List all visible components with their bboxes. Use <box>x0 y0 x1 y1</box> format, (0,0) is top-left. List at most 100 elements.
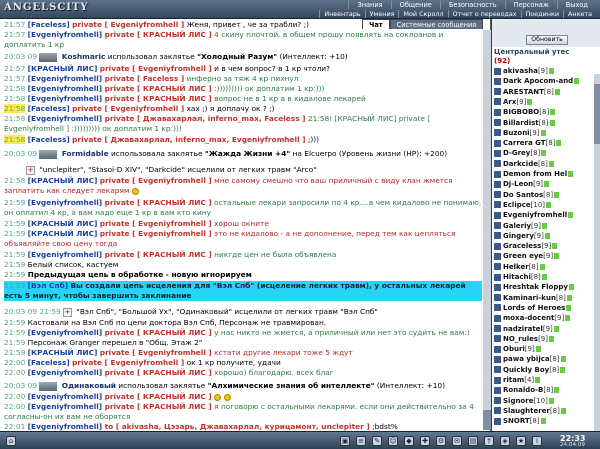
user-name[interactable]: Signore <box>503 397 533 405</box>
user-name[interactable]: Slaughterer <box>503 407 550 415</box>
user-list-item[interactable]: D-Grey[8] <box>494 149 592 158</box>
user-list-item[interactable]: Gingery[9] <box>494 232 592 241</box>
menu-character[interactable]: Персонаж <box>504 1 557 9</box>
mail-icon[interactable]: ✉ <box>452 436 462 446</box>
user-name[interactable]: Demon from Hel <box>503 170 567 178</box>
info-icon[interactable]: i <box>532 436 542 446</box>
submenu-inventory[interactable]: Инвентарь <box>319 10 364 18</box>
user-list-item[interactable]: Evgeniyfromhell <box>494 211 592 220</box>
user-list-item[interactable]: Darkcide[8] <box>494 160 592 169</box>
menu-security[interactable]: Безопасность <box>439 1 505 9</box>
user-name[interactable]: Quickly Boy <box>503 366 549 374</box>
user-list-item[interactable]: NO_rules[9] <box>494 335 592 344</box>
user-name[interactable]: Hreshtak Floppy <box>503 283 568 291</box>
user-name[interactable]: Arx <box>503 98 516 106</box>
user-name[interactable]: Lords of Heroes <box>503 304 565 312</box>
menu-knowledge[interactable]: Знания <box>348 1 390 9</box>
user-list-item[interactable]: moxa-docent[9] <box>494 314 592 323</box>
pencil-icon[interactable]: ✎ <box>372 436 382 446</box>
menu-communication[interactable]: Общение <box>390 1 440 9</box>
menu-exit[interactable]: Выход <box>556 1 596 9</box>
user-list-item[interactable]: Quickly Boy[8] <box>494 366 592 375</box>
user-list-item[interactable]: Green eye[9] <box>494 252 592 261</box>
refresh-button[interactable]: Обновить <box>526 35 568 45</box>
user-list-item[interactable]: Hitachi[8] <box>494 273 592 282</box>
plus-icon[interactable]: + <box>63 307 73 317</box>
user-list-item[interactable]: Dj-Leon[9] <box>494 180 592 189</box>
submenu-skills[interactable]: Умения <box>364 10 399 18</box>
chat-scroll-thumb[interactable] <box>483 410 491 430</box>
sword-icon[interactable]: † <box>484 436 494 446</box>
bag-icon[interactable]: ◆ <box>404 436 414 446</box>
tab-chat[interactable]: Чат <box>362 19 390 29</box>
user-list-item[interactable]: Buzoni[9] <box>494 129 592 138</box>
user-name[interactable]: Graceless <box>503 242 541 250</box>
user-name[interactable]: SNORT <box>503 417 530 425</box>
user-list-item[interactable]: Lords of Heroes <box>494 304 592 313</box>
user-list-item[interactable]: ritam[4] <box>494 376 592 385</box>
submenu-scroll[interactable]: Мой Скролл <box>398 10 447 18</box>
user-list-item[interactable]: Signore[10] <box>494 397 592 406</box>
user-list-item[interactable]: Helker[8] <box>494 263 592 272</box>
user-name[interactable]: Oburi <box>503 345 525 353</box>
user-name[interactable]: NO_rules <box>503 335 538 343</box>
panel-scrollbar[interactable] <box>594 74 600 431</box>
user-list-item[interactable]: pawa ybijca[8] <box>494 355 592 364</box>
user-name[interactable]: ritam <box>503 376 524 384</box>
user-list-item[interactable]: Carrera GT[8] <box>494 139 592 148</box>
user-name[interactable]: Helker <box>503 263 529 271</box>
user-name[interactable]: pawa ybijca <box>503 355 550 363</box>
user-name[interactable]: ARESTANT <box>503 88 544 96</box>
user-name[interactable]: Hitachi <box>503 273 531 281</box>
book-icon[interactable]: ▤ <box>468 436 478 446</box>
user-name[interactable]: Buzoni <box>503 129 530 137</box>
user-list-item[interactable]: Billardist[8] <box>494 119 592 128</box>
user-name[interactable]: Evgeniyfromhell <box>503 211 567 219</box>
user-name[interactable]: nadziratel <box>503 325 543 333</box>
user-name[interactable]: Gingery <box>503 232 534 240</box>
user-name[interactable]: Ronaldo-B <box>503 386 543 394</box>
user-list-item[interactable]: Arx[9] <box>494 98 592 107</box>
user-name[interactable]: BIGBOBO <box>503 108 539 116</box>
user-list-item[interactable]: Ronaldo-B[8] <box>494 386 592 395</box>
user-list-item[interactable]: Hreshtak Floppy <box>494 283 592 292</box>
scroll-icon[interactable]: ≡ <box>356 436 366 446</box>
user-name[interactable]: akivasha <box>503 67 538 75</box>
lock-icon[interactable]: ▣ <box>340 436 350 446</box>
user-list-item[interactable]: BIGBOBO[8] <box>494 108 592 117</box>
user-list-item[interactable]: Dark Apocom-and <box>494 77 592 86</box>
user-list-item[interactable]: Eclipce[10] <box>494 201 592 210</box>
user-name[interactable]: Kaminari-kun <box>503 294 556 302</box>
user-name[interactable]: Billardist <box>503 119 539 127</box>
shield-icon[interactable]: ◈ <box>500 436 510 446</box>
gear-icon[interactable]: ⚙ <box>436 436 446 446</box>
user-list-item[interactable]: Galeriy[9] <box>494 222 592 231</box>
user-name[interactable]: Carrera GT <box>503 139 546 147</box>
panel-scroll-thumb[interactable] <box>594 84 600 144</box>
user-list-item[interactable]: Kaminari-kun[8] <box>494 294 592 303</box>
star-icon[interactable]: ★ <box>516 436 526 446</box>
smile-picker-icon[interactable]: ☺ <box>388 436 398 446</box>
user-list-item[interactable]: Demon from Hel <box>494 170 592 179</box>
user-list-item[interactable]: nadziratel[9] <box>494 325 592 334</box>
user-name[interactable]: Galeriy <box>503 222 531 230</box>
user-name[interactable]: Dj-Leon <box>503 180 533 188</box>
user-name[interactable]: moxa-docent <box>503 314 554 322</box>
chat-scrollbar[interactable] <box>483 30 491 430</box>
submenu-transfers[interactable]: Отчет о переводах <box>447 10 521 18</box>
map-icon[interactable]: ✚ <box>420 436 430 446</box>
user-list-item[interactable]: Slaughterer[8] <box>494 407 592 416</box>
user-list-item[interactable]: SNORT[8] <box>494 417 592 426</box>
user-name[interactable]: Do Santos <box>503 191 543 199</box>
user-name[interactable]: Darkcide <box>503 160 538 168</box>
user-name[interactable]: Green eye <box>503 252 543 260</box>
user-name[interactable]: Eclipce <box>503 201 531 209</box>
plus-icon[interactable]: + <box>26 165 35 175</box>
user-list-item[interactable]: Graceless[9] <box>494 242 592 251</box>
user-list-item[interactable]: akivasha[9] <box>494 67 592 76</box>
user-list-item[interactable]: ARESTANT[8] <box>494 88 592 97</box>
user-name[interactable]: D-Grey <box>503 149 530 157</box>
user-name[interactable]: Dark Apocom-and <box>503 77 573 85</box>
home-icon[interactable]: ⌂ <box>6 436 16 446</box>
user-list-item[interactable]: Do Santos[8] <box>494 191 592 200</box>
